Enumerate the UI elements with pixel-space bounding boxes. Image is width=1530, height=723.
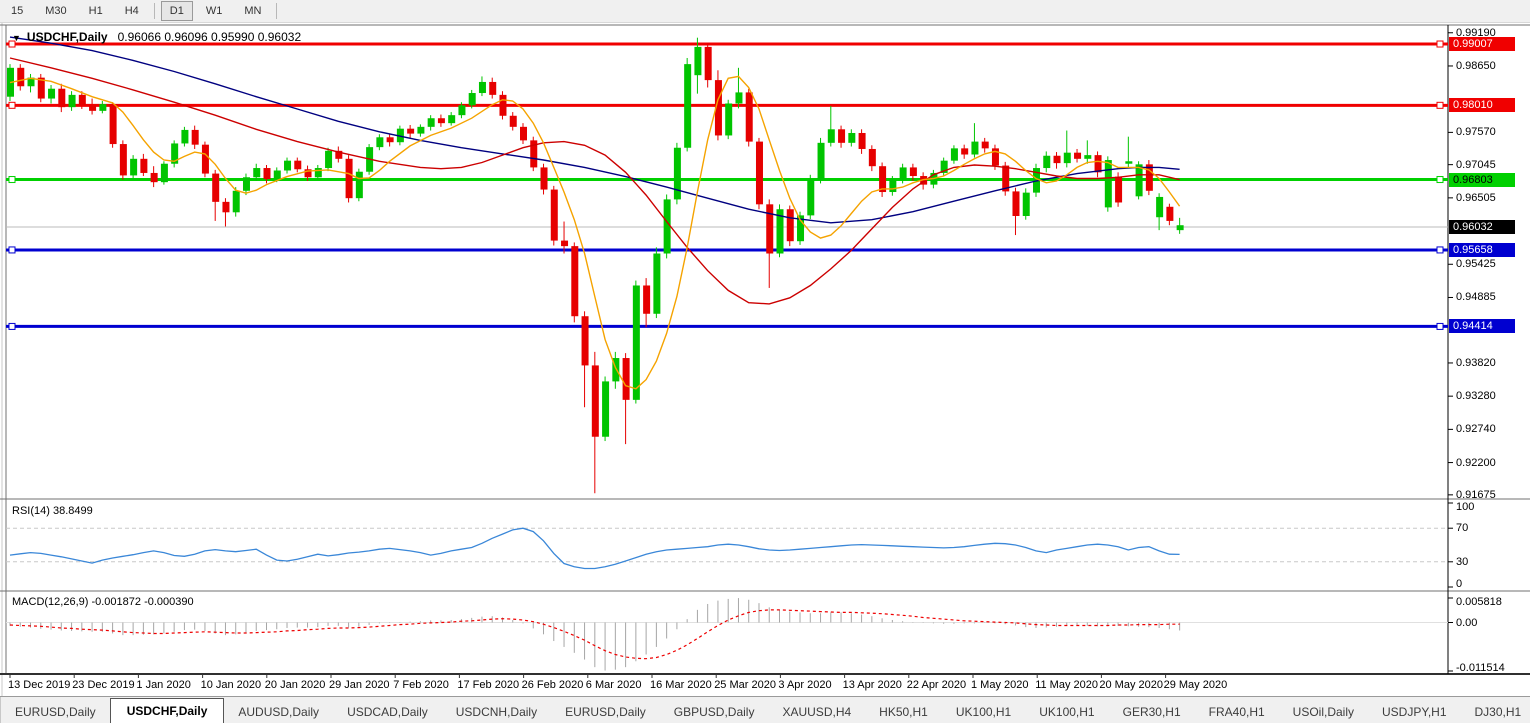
symbol-dropdown-icon[interactable]: ▼ <box>12 33 21 43</box>
chart-tab-fra40[interactable]: FRA40,H1 <box>1195 701 1279 723</box>
chart-canvas[interactable] <box>0 0 1530 723</box>
date-tick-label: 22 Apr 2020 <box>906 679 967 691</box>
price-tick-label: 0.93280 <box>1456 390 1496 403</box>
price-level-badge: 0.96803 <box>1449 172 1515 187</box>
date-tick-label: 10 Jan 2020 <box>200 679 262 691</box>
chart-symbol: USDCHF,Daily <box>26 30 108 44</box>
timeframe-button-mn[interactable]: MN <box>235 1 270 21</box>
price-tick-label: 0.93820 <box>1456 356 1496 369</box>
chart-tab-ger30[interactable]: GER30,H1 <box>1109 701 1195 723</box>
toolbar-separator <box>153 3 155 19</box>
trading-terminal-window: { "toolbar": { "timeframes": [ {"label":… <box>0 0 1530 723</box>
chart-tab-usdcnh[interactable]: USDCNH,Daily <box>442 701 551 723</box>
timeframe-button-15[interactable]: 15 <box>2 1 32 21</box>
toolbar-separator <box>276 3 278 19</box>
price-tick-label: 0.97045 <box>1456 158 1496 171</box>
date-tick-label: 26 Feb 2020 <box>521 679 584 691</box>
price-tick-label: 0.95425 <box>1456 258 1496 271</box>
timeframe-button-w1[interactable]: W1 <box>197 1 232 21</box>
date-tick-label: 29 Jan 2020 <box>329 679 390 691</box>
chart-tab-xauusd[interactable]: XAUUSD,H4 <box>768 701 865 723</box>
date-tick-label: 13 Apr 2020 <box>842 679 902 691</box>
rsi-tick-label: 0 <box>1456 578 1463 590</box>
date-tick-label: 16 Mar 2020 <box>650 679 712 691</box>
date-tick-label: 1 May 2020 <box>971 679 1029 691</box>
date-tick-label: 20 Jan 2020 <box>264 679 326 691</box>
chart-tab-uk100[interactable]: UK100,H1 <box>1025 701 1108 723</box>
chart-tab-bar: EURUSD,Daily USDCHF,Daily AUDUSD,Daily USDC… <box>0 696 1530 723</box>
rsi-tick-label: 100 <box>1456 501 1475 513</box>
chart-tab-eurusd[interactable]: EURUSD,Daily <box>551 701 660 723</box>
price-level-badge: 0.94414 <box>1449 319 1515 334</box>
chart-tab-gbpusd[interactable]: GBPUSD,Daily <box>660 701 769 723</box>
chart-tab-audusd[interactable]: AUDUSD,Daily <box>224 701 333 723</box>
timeframe-button-d1[interactable]: D1 <box>160 1 193 21</box>
chart-tab-usdchf[interactable]: USDCHF,Daily <box>109 698 225 723</box>
price-level-badge: 0.98010 <box>1449 98 1515 113</box>
price-level-badge: 0.95658 <box>1449 242 1515 257</box>
date-tick-label: 1 Jan 2020 <box>136 679 191 691</box>
chart-ohlc-values: 0.96066 0.96096 0.95990 0.96032 <box>117 30 302 44</box>
date-tick-label: 29 May 2020 <box>1163 679 1228 691</box>
date-tick-label: 20 May 2020 <box>1099 679 1163 691</box>
chart-title: ▼ USDCHF,Daily 0.96066 0.96096 0.95990 0.9… <box>12 30 301 44</box>
price-tick-label: 0.98650 <box>1456 59 1496 72</box>
date-tick-label: 6 Mar 2020 <box>585 679 642 691</box>
date-tick-label: 25 Mar 2020 <box>714 679 776 691</box>
current-price-badge: 0.96032 <box>1449 219 1515 234</box>
price-tick-label: 0.94885 <box>1456 291 1496 304</box>
chart-tab-usoil[interactable]: USOil,Daily <box>1279 701 1368 723</box>
chart-tab-eurusd[interactable]: EURUSD,Daily <box>1 701 110 723</box>
rsi-indicator-label: RSI(14) 38.8499 <box>12 505 93 517</box>
chart-tab-uk100[interactable]: UK100,H1 <box>942 701 1025 723</box>
price-tick-label: 0.91675 <box>1456 488 1496 501</box>
price-tick-label: 0.92200 <box>1456 456 1496 469</box>
date-tick-label: 3 Apr 2020 <box>778 679 832 691</box>
price-tick-label: 0.92740 <box>1456 423 1496 436</box>
timeframe-button-h1[interactable]: H1 <box>80 1 112 21</box>
timeframe-toolbar: 15 M30 H1 H4 D1 W1 MN <box>0 0 1530 23</box>
price-tick-label: 0.96505 <box>1456 191 1496 204</box>
price-tick-label: 0.97570 <box>1456 126 1496 139</box>
date-tick-label: 13 Dec 2019 <box>8 679 71 691</box>
macd-indicator-label: MACD(12,26,9) -0.001872 -0.000390 <box>12 596 194 608</box>
chart-tab-hk50[interactable]: HK50,H1 <box>865 701 942 723</box>
macd-tick-label: 0.005818 <box>1456 596 1502 608</box>
rsi-tick-label: 30 <box>1456 555 1469 568</box>
date-tick-label: 23 Dec 2019 <box>72 679 135 691</box>
price-level-badge: 0.99007 <box>1449 37 1515 52</box>
rsi-tick-label: 70 <box>1456 522 1469 535</box>
timeframe-button-m30[interactable]: M30 <box>36 1 75 21</box>
chart-tab-usdcad[interactable]: USDCAD,Daily <box>333 701 442 723</box>
macd-tick-label: -0.011514 <box>1456 662 1505 674</box>
macd-tick-label: 0.00 <box>1456 616 1478 629</box>
date-tick-label: 11 May 2020 <box>1035 679 1098 691</box>
chart-tab-dj30[interactable]: DJ30,H1 <box>1461 701 1530 723</box>
timeframe-button-h4[interactable]: H4 <box>116 1 148 21</box>
date-tick-label: 7 Feb 2020 <box>393 679 449 691</box>
chart-tab-usdjpy[interactable]: USDJPY,H1 <box>1368 701 1460 723</box>
date-tick-label: 17 Feb 2020 <box>457 679 520 691</box>
